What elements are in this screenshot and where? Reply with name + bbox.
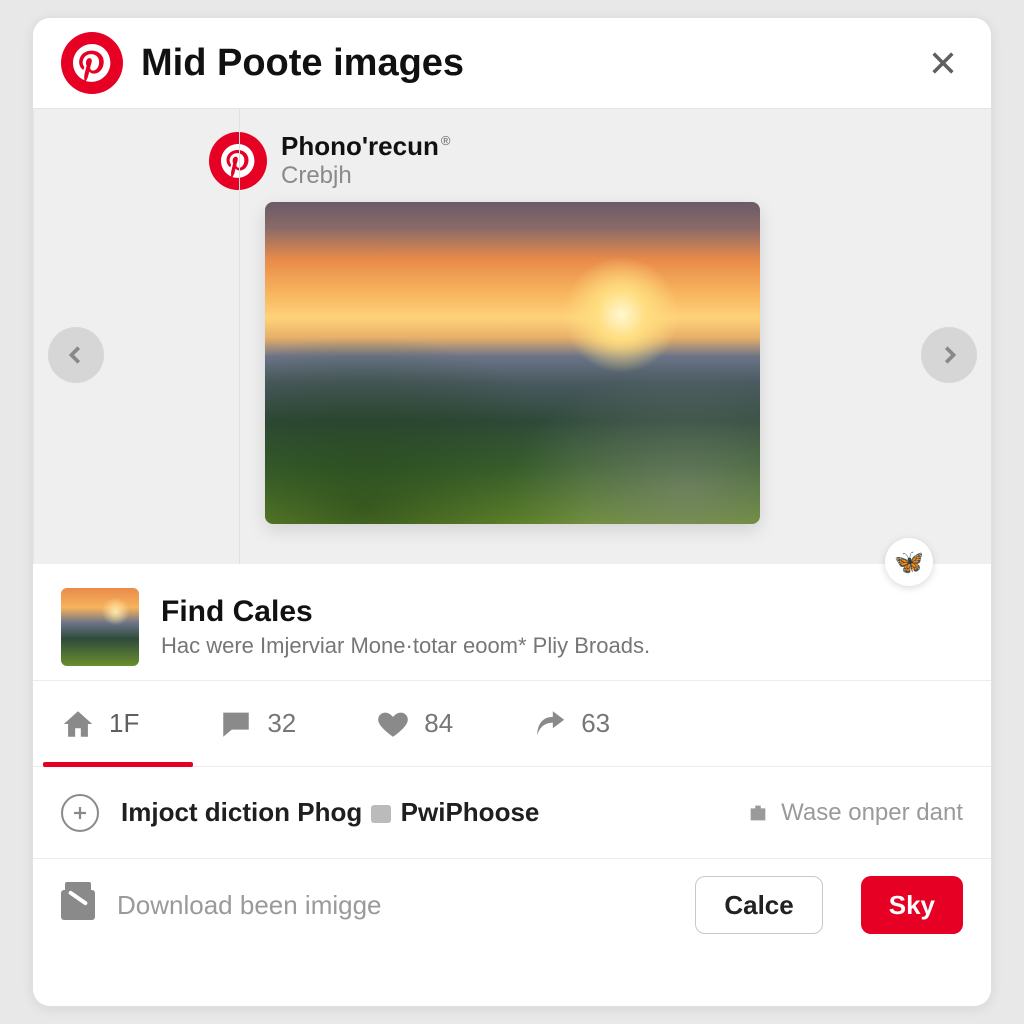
author-row[interactable]: Phono'recun® Crebjh bbox=[209, 131, 450, 190]
detail-title: Find Cales bbox=[161, 595, 963, 629]
stat-shares[interactable]: 63 bbox=[533, 707, 610, 741]
home-icon bbox=[61, 707, 95, 741]
pinterest-logo bbox=[61, 32, 123, 94]
butterfly-icon: 🦋 bbox=[894, 548, 924, 577]
active-tab-indicator bbox=[43, 762, 193, 767]
stat-likes-value: 84 bbox=[424, 708, 453, 739]
save-button[interactable]: Sky bbox=[861, 876, 963, 934]
detail-section: Find Cales Hac were Imjerviar Mone·totar… bbox=[33, 564, 991, 681]
close-icon bbox=[929, 49, 957, 77]
stat-comments-value: 32 bbox=[267, 708, 296, 739]
add-button[interactable] bbox=[61, 794, 99, 832]
stat-home-value: 1F bbox=[109, 708, 139, 739]
stat-likes[interactable]: 84 bbox=[376, 707, 453, 741]
share-icon bbox=[533, 707, 567, 741]
close-button[interactable] bbox=[923, 43, 963, 83]
stat-shares-value: 63 bbox=[581, 708, 610, 739]
vertical-divider bbox=[239, 109, 240, 564]
add-label-part1: Imjoct diction Phog bbox=[121, 797, 369, 827]
stats-row: 1F 32 84 63 bbox=[33, 681, 991, 767]
modal-header: Mid Poote images bbox=[33, 18, 991, 109]
stat-home[interactable]: 1F bbox=[61, 707, 139, 741]
author-avatar bbox=[209, 132, 267, 190]
comment-icon bbox=[219, 707, 253, 741]
author-name-text: Phono'recun bbox=[281, 131, 439, 161]
image-modal: Mid Poote images Phono'recun® Crebjh bbox=[32, 17, 992, 1007]
add-label-part2: PwiPhoose bbox=[401, 797, 540, 827]
modal-title: Mid Poote images bbox=[141, 42, 923, 85]
heart-icon bbox=[376, 707, 410, 741]
bottom-action-row: Download been imigge Calce Sky bbox=[33, 859, 991, 951]
action-row-add: Imjoct diction Phog PwiPhoose Wase onper… bbox=[33, 767, 991, 859]
meta-text: Wase onper dant bbox=[781, 799, 963, 827]
author-text: Phono'recun® Crebjh bbox=[281, 131, 450, 190]
chevron-left-icon bbox=[65, 344, 87, 366]
detail-text: Find Cales Hac were Imjerviar Mone·totar… bbox=[161, 595, 963, 659]
detail-description: Hac were Imjerviar Mone·totar eoom* Pliy… bbox=[161, 633, 963, 659]
sunset-mountain-image bbox=[265, 202, 760, 524]
chevron-right-icon bbox=[938, 344, 960, 366]
main-image[interactable] bbox=[265, 202, 760, 524]
author-subtitle: Crebjh bbox=[281, 162, 450, 190]
reaction-bubble[interactable]: 🦋 bbox=[885, 538, 933, 586]
download-icon[interactable] bbox=[61, 890, 95, 920]
add-label: Imjoct diction Phog PwiPhoose bbox=[121, 797, 725, 828]
carousel-next-button[interactable] bbox=[921, 327, 977, 383]
plus-icon bbox=[71, 804, 89, 822]
meta-info: Wase onper dant bbox=[747, 799, 963, 827]
stat-comments[interactable]: 32 bbox=[219, 707, 296, 741]
briefcase-icon bbox=[747, 802, 769, 824]
carousel-content: Phono'recun® Crebjh bbox=[34, 109, 991, 524]
detail-thumbnail[interactable] bbox=[61, 588, 139, 666]
author-badge: ® bbox=[441, 133, 451, 148]
author-name: Phono'recun® bbox=[281, 131, 450, 162]
carousel-prev-button[interactable] bbox=[48, 327, 104, 383]
cancel-button[interactable]: Calce bbox=[695, 876, 822, 934]
download-label: Download been imigge bbox=[117, 890, 673, 921]
image-carousel: Phono'recun® Crebjh 🦋 bbox=[33, 109, 991, 564]
inline-thumb-icon bbox=[371, 805, 391, 823]
